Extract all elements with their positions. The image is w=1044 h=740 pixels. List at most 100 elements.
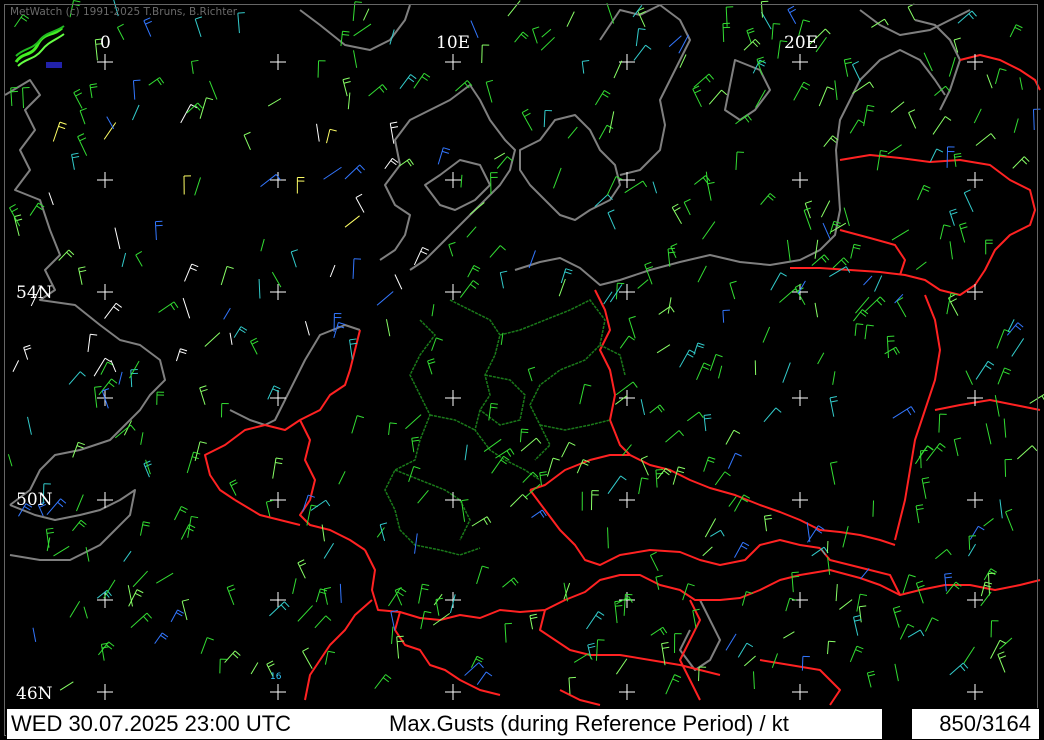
wind-barb-icon: [389, 29, 395, 45]
wind-barb-icon: [326, 128, 337, 144]
wind-barb-icon: [658, 305, 675, 315]
wind-barb-icon: [85, 547, 90, 562]
wind-barb-icon: [258, 278, 261, 299]
wind-barb-icon: [140, 432, 144, 445]
wind-barb-icon: [529, 613, 538, 630]
wind-barb-icon: [785, 597, 797, 612]
wind-barb-icon: [175, 348, 188, 362]
wind-barb-icon: [986, 74, 993, 89]
wind-barb-icon: [969, 525, 985, 540]
wind-barb-icon: [76, 494, 84, 512]
wind-barb-icon: [902, 574, 916, 594]
wind-barb-icon: [818, 86, 834, 107]
wind-barb-icon: [183, 175, 192, 195]
wind-barb-icon: [892, 406, 916, 419]
wind-barb-icon: [329, 264, 336, 278]
wind-barb-icon: [628, 315, 636, 339]
wind-barb-icon: [220, 402, 229, 418]
wind-barb-icon: [464, 444, 468, 461]
wind-barb-icon: [250, 337, 259, 355]
wind-barb-icon: [820, 200, 831, 218]
wind-barb-icon: [606, 2, 615, 24]
wind-barb-icon: [786, 239, 791, 261]
wind-barb-icon: [988, 572, 996, 596]
wind-barb-icon: [229, 332, 233, 345]
wind-barb-icon: [250, 662, 259, 675]
station-count: 850/3164: [939, 711, 1031, 736]
wind-barb-icon: [1032, 108, 1041, 131]
wind-barb-icon: [271, 271, 282, 288]
wind-barb-icon: [708, 89, 728, 105]
wind-barb-icon: [121, 252, 127, 268]
wind-barb-icon: [388, 587, 407, 607]
wind-barb-icon: [148, 77, 165, 86]
wind-barb-icon: [866, 670, 876, 688]
wind-barb-icon: [994, 395, 1000, 417]
wind-barb-icon: [702, 546, 713, 557]
wind-barb-icon: [106, 116, 115, 130]
wind-barb-icon: [850, 243, 861, 259]
graticule: [97, 54, 983, 700]
wind-barb-icon: [135, 251, 143, 267]
wind-barb-icon: [324, 650, 336, 665]
wind-barb-icon: [385, 319, 391, 337]
wind-barb-icon: [355, 193, 365, 213]
wind-barb-icon: [546, 457, 560, 477]
wind-barb-icon: [834, 80, 838, 101]
wind-barb-icon: [347, 92, 351, 110]
wind-barb-icon: [297, 605, 313, 622]
wind-barb-icon: [884, 346, 900, 355]
wind-barb-icon: [839, 599, 853, 610]
wind-barb-icon: [938, 413, 947, 433]
wind-barb-icon: [935, 549, 952, 560]
wind-barb-icon: [73, 88, 83, 109]
wind-barb-icon: [265, 499, 274, 517]
wind-barb-icon: [771, 23, 781, 40]
wind-barb-icon: [949, 208, 958, 226]
wind-barb-icon: [448, 241, 456, 257]
wind-barb-icon: [959, 222, 968, 243]
wind-barb-icon: [158, 301, 179, 313]
wind-barb-icon: [470, 20, 479, 38]
wind-barb-icon: [186, 451, 201, 474]
wind-barb-icon: [77, 133, 88, 156]
wind-barb-icon: [194, 177, 201, 196]
wind-barb-icon: [692, 85, 702, 108]
wind-barb-icon: [224, 650, 241, 663]
wind-barb-icon: [471, 516, 492, 527]
wind-barb-icon: [615, 395, 628, 405]
wind-barb-icon: [924, 617, 939, 632]
wind-barb-icon: [725, 429, 741, 445]
wind-barb-icon: [174, 505, 188, 521]
wind-barb-icon: [433, 593, 443, 606]
wind-barb-icon: [116, 23, 125, 40]
wind-barb-icon: [963, 189, 974, 213]
wind-barb-icon: [915, 261, 927, 271]
wind-barb-icon: [344, 164, 365, 180]
wind-barb-icon: [915, 580, 925, 604]
wind-barb-icon: [229, 479, 238, 496]
wind-barb-icon: [481, 44, 490, 63]
wind-barb-icon: [667, 297, 672, 314]
wind-barb-icon: [849, 645, 864, 663]
wind-barb-icon: [615, 658, 628, 675]
wind-barb-icon: [650, 626, 668, 636]
wind-barb-icon: [696, 362, 711, 381]
wind-barb-icon: [399, 74, 417, 89]
wind-barb-icon: [999, 499, 1003, 519]
lon-label-10e: 10E: [436, 33, 471, 53]
lat-label-50n: 50N: [16, 490, 53, 510]
wind-barb-icon: [190, 59, 199, 74]
wind-barb-icon: [863, 275, 873, 286]
wind-barb-icon: [103, 579, 116, 599]
wind-barb-icon: [855, 296, 870, 314]
wind-barb-icon: [139, 521, 151, 536]
wind-barb-icon: [431, 337, 443, 351]
wind-barb-icon: [391, 626, 394, 645]
weather-map[interactable]: [0, 0, 1044, 708]
wind-barb-icon: [296, 177, 305, 194]
wind-barb-icon: [729, 280, 737, 300]
wind-barb-icon: [787, 5, 797, 24]
wind-barb-icon: [763, 514, 772, 532]
parameter-label: Max.Gusts (during Reference Period) / kt: [389, 711, 789, 736]
